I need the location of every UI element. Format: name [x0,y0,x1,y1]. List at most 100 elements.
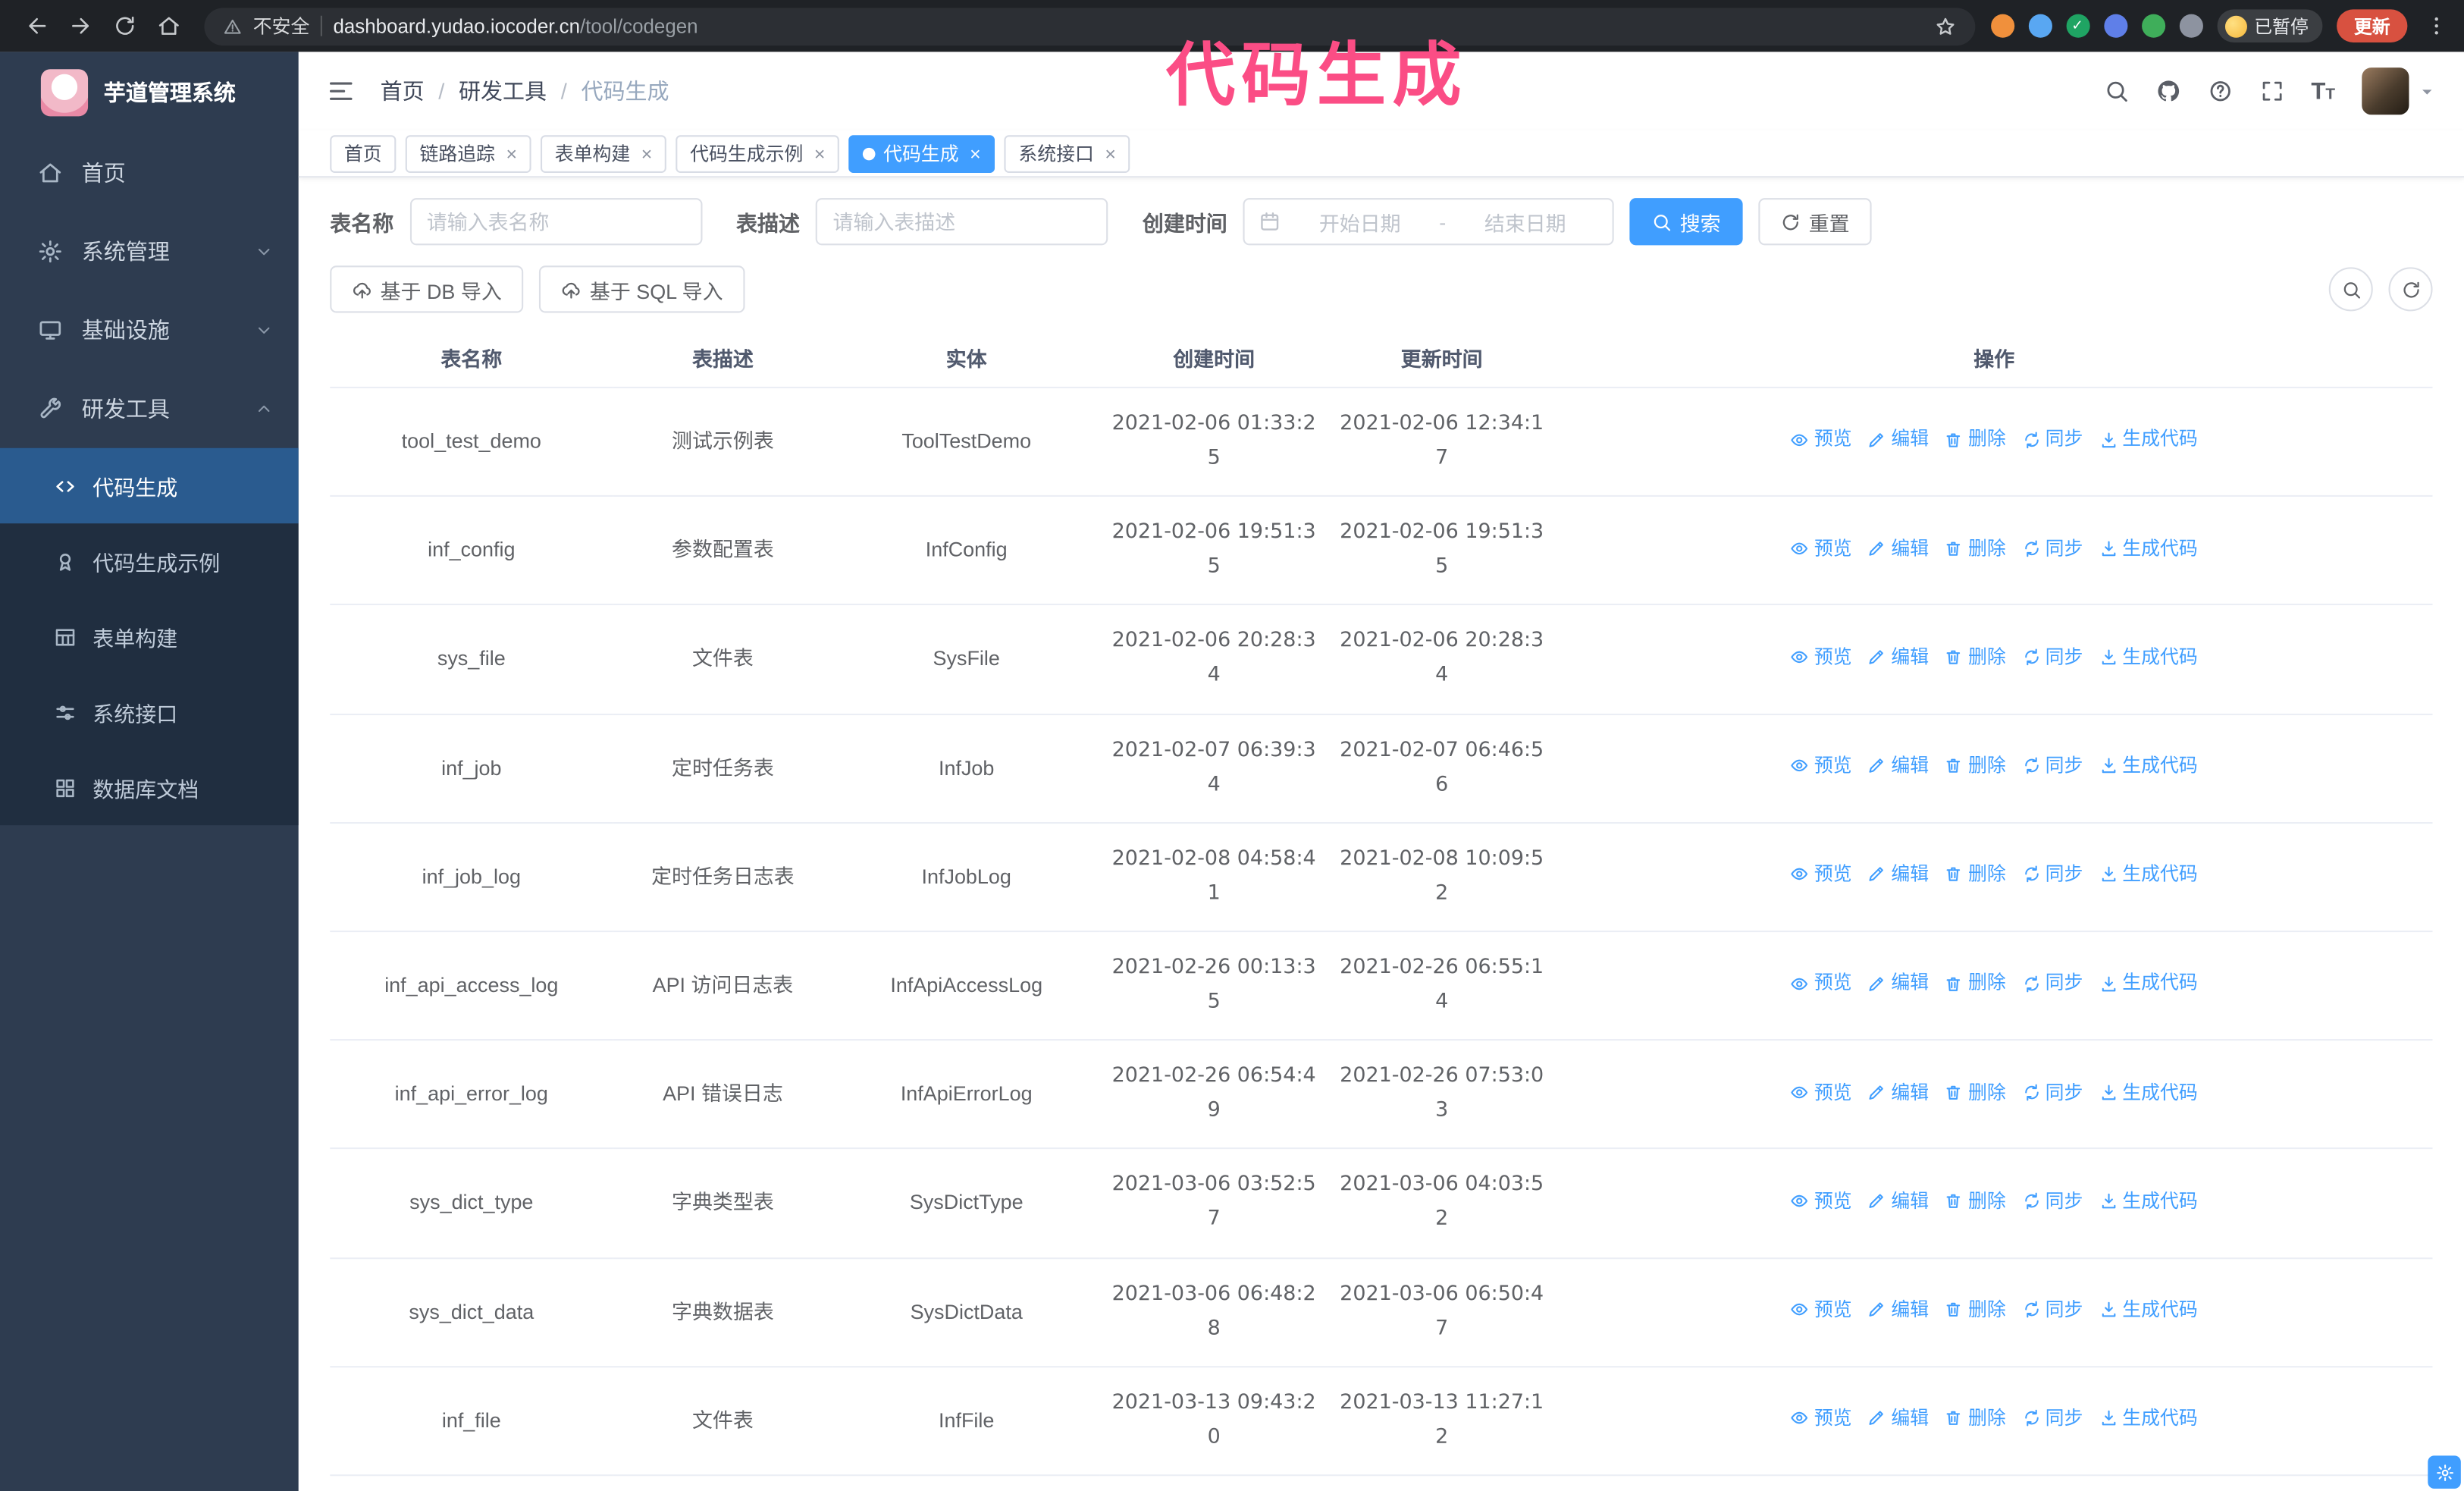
row-action-edit[interactable]: 编辑 [1867,532,1929,564]
row-action-generate-code[interactable]: 生成代码 [2099,641,2198,673]
row-action-generate-code[interactable]: 生成代码 [2099,423,2198,455]
row-action-preview[interactable]: 预览 [1791,1185,1852,1216]
row-action-delete[interactable]: 删除 [1945,968,2006,1000]
row-action-preview[interactable]: 预览 [1791,968,1852,1000]
hamburger-icon[interactable] [327,77,355,105]
row-action-sync[interactable]: 同步 [2022,532,2083,564]
row-action-sync[interactable]: 同步 [2022,1185,2083,1216]
row-action-edit[interactable]: 编辑 [1867,859,1929,890]
help-icon[interactable] [2208,79,2233,104]
breadcrumb-home[interactable]: 首页 [381,75,425,106]
row-action-preview[interactable]: 预览 [1791,859,1852,890]
row-action-generate-code[interactable]: 生成代码 [2099,1294,2198,1326]
address-bar[interactable]: 不安全 dashboard.yudao.iocoder.cn/tool/code… [204,7,1975,46]
row-action-delete[interactable]: 删除 [1945,1185,2006,1216]
row-action-preview[interactable]: 预览 [1791,641,1852,673]
refresh-table-button[interactable] [2388,267,2433,312]
row-action-preview[interactable]: 预览 [1791,1076,1852,1108]
close-icon[interactable]: × [641,144,653,163]
table-name-input[interactable] [409,198,702,246]
row-action-delete[interactable]: 删除 [1945,750,2006,782]
row-action-edit[interactable]: 编辑 [1867,1402,1929,1434]
row-action-preview[interactable]: 预览 [1791,423,1852,455]
toggle-search-button[interactable] [2328,267,2373,312]
close-icon[interactable]: × [1105,144,1116,163]
row-action-delete[interactable]: 删除 [1945,641,2006,673]
tab-system-api[interactable]: 系统接口 × [1004,134,1130,172]
row-action-generate-code[interactable]: 生成代码 [2099,1402,2198,1434]
row-action-generate-code[interactable]: 生成代码 [2099,532,2198,564]
row-action-sync[interactable]: 同步 [2022,1402,2083,1434]
extension-icon[interactable] [2103,14,2127,38]
row-action-generate-code[interactable]: 生成代码 [2099,968,2198,1000]
browser-back-button[interactable] [16,5,57,46]
row-action-delete[interactable]: 删除 [1945,423,2006,455]
sidebar-item-system-api[interactable]: 系统接口 [0,674,299,749]
table-desc-input[interactable] [815,198,1108,246]
row-action-generate-code[interactable]: 生成代码 [2099,859,2198,890]
row-action-generate-code[interactable]: 生成代码 [2099,750,2198,782]
sidebar-item-home[interactable]: 首页 [0,133,299,212]
row-action-sync[interactable]: 同步 [2022,641,2083,673]
search-icon[interactable] [2104,79,2129,104]
row-action-edit[interactable]: 编辑 [1867,1076,1929,1108]
row-action-delete[interactable]: 删除 [1945,859,2006,890]
date-range-picker[interactable]: 开始日期 - 结束日期 [1243,198,1614,246]
row-action-sync[interactable]: 同步 [2022,859,2083,890]
reset-button[interactable]: 重置 [1758,198,1872,246]
row-action-delete[interactable]: 删除 [1945,1076,2006,1108]
row-action-sync[interactable]: 同步 [2022,1294,2083,1326]
sidebar-item-dev-tools[interactable]: 研发工具 [0,369,299,448]
floating-settings-button[interactable] [2428,1455,2461,1489]
row-action-edit[interactable]: 编辑 [1867,750,1929,782]
sidebar-item-code-generation-example[interactable]: 代码生成示例 [0,523,299,598]
close-icon[interactable]: × [814,144,826,163]
browser-forward-button[interactable] [60,5,101,46]
row-action-edit[interactable]: 编辑 [1867,968,1929,1000]
fullscreen-icon[interactable] [2259,79,2284,104]
browser-update-button[interactable]: 更新 [2337,9,2408,42]
sidebar-item-database-docs[interactable]: 数据库文档 [0,750,299,825]
tab-trace[interactable]: 链路追踪 × [405,134,531,172]
row-action-delete[interactable]: 删除 [1945,1294,2006,1326]
row-action-sync[interactable]: 同步 [2022,423,2083,455]
sidebar-item-infrastructure[interactable]: 基础设施 [0,290,299,369]
row-action-edit[interactable]: 编辑 [1867,641,1929,673]
row-action-delete[interactable]: 删除 [1945,1402,2006,1434]
row-action-sync[interactable]: 同步 [2022,750,2083,782]
row-action-preview[interactable]: 预览 [1791,750,1852,782]
extension-icon[interactable] [2141,14,2165,38]
row-action-generate-code[interactable]: 生成代码 [2099,1185,2198,1216]
import-sql-button[interactable]: 基于 SQL 导入 [539,265,745,313]
font-size-icon[interactable]: TT [2311,80,2335,103]
row-action-edit[interactable]: 编辑 [1867,423,1929,455]
tab-form-builder[interactable]: 表单构建 × [541,134,666,172]
sidebar-item-form-builder[interactable]: 表单构建 [0,599,299,674]
row-action-edit[interactable]: 编辑 [1867,1185,1929,1216]
import-db-button[interactable]: 基于 DB 导入 [330,265,524,313]
search-button[interactable]: 搜索 [1629,198,1743,246]
row-action-preview[interactable]: 预览 [1791,1402,1852,1434]
user-avatar-menu[interactable] [2362,67,2435,115]
browser-reload-button[interactable] [104,5,145,46]
puzzle-extensions-icon[interactable] [2178,14,2202,38]
app-logo[interactable]: 芋道管理系统 [0,52,299,133]
extension-icon[interactable] [1990,14,2014,38]
browser-home-button[interactable] [148,5,189,46]
row-action-generate-code[interactable]: 生成代码 [2099,1076,2198,1108]
row-action-sync[interactable]: 同步 [2022,968,2083,1000]
tab-home[interactable]: 首页 [330,134,397,172]
extension-icon[interactable]: ✓ [2065,14,2089,38]
close-icon[interactable]: × [970,144,981,163]
sidebar-item-system-management[interactable]: 系统管理 [0,212,299,291]
tab-codegen-example[interactable]: 代码生成示例 × [676,134,840,172]
row-action-sync[interactable]: 同步 [2022,1076,2083,1108]
row-action-preview[interactable]: 预览 [1791,532,1852,564]
browser-menu-kebab-icon[interactable] [2425,14,2448,38]
paused-extension-badge[interactable]: 已暂停 [2216,9,2323,42]
tab-code-generation[interactable]: 代码生成 × [848,134,995,172]
row-action-delete[interactable]: 删除 [1945,532,2006,564]
sidebar-item-code-generation[interactable]: 代码生成 [0,447,299,524]
github-icon[interactable] [2155,79,2180,104]
row-action-edit[interactable]: 编辑 [1867,1294,1929,1326]
